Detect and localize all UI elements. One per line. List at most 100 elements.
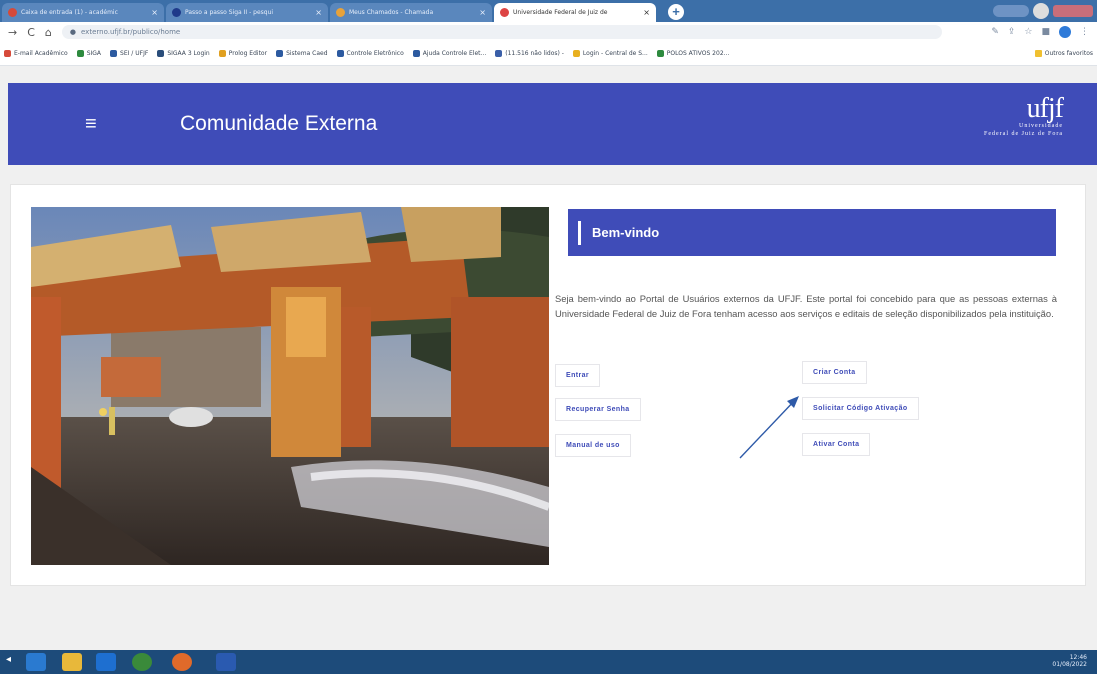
tab-label: Meus Chamados - Chamada — [349, 9, 434, 16]
bookmark-item[interactable]: Controle Eletrônico — [336, 50, 404, 57]
welcome-paragraph: Seja bem-vindo ao Portal de Usuários ext… — [555, 293, 1057, 319]
new-tab-button[interactable]: + — [668, 4, 684, 20]
file-explorer-icon[interactable] — [62, 653, 82, 671]
close-tab-icon[interactable]: × — [643, 8, 650, 17]
recuperar-senha-button[interactable]: Recuperar Senha — [555, 398, 641, 421]
tab-label: Universidade Federal de Juiz de — [513, 9, 608, 16]
lock-icon: ● — [69, 28, 76, 36]
app-header: ≡ Comunidade Externa ufjf Universidade F… — [8, 83, 1097, 165]
share-icon[interactable]: ⇪ — [1008, 27, 1016, 37]
outlook-icon[interactable] — [96, 653, 116, 671]
ativar-conta-button[interactable]: Ativar Conta — [802, 433, 871, 456]
browser-tab-active[interactable]: Universidade Federal de Juiz de × — [494, 3, 656, 22]
sheet-icon — [656, 50, 664, 57]
bookmark-icon — [218, 50, 226, 57]
word-icon[interactable] — [216, 653, 236, 671]
bookmark-icon — [76, 50, 84, 57]
menu-icon[interactable]: ≡ — [85, 113, 97, 136]
ufjf-favicon-icon — [500, 8, 509, 17]
minimize-button[interactable] — [993, 5, 1029, 17]
url-input[interactable]: ● externo.ufjf.br/publico/home — [61, 25, 942, 39]
manual-de-uso-button[interactable]: Manual de uso — [555, 434, 631, 457]
bookmark-item[interactable]: Ajuda Controle Elet... — [412, 50, 487, 57]
bookmark-icon — [4, 50, 11, 57]
address-toolbar: → C ⌂ ● externo.ufjf.br/publico/home ✎ ⇪… — [0, 22, 1097, 42]
browser-menu-icon[interactable]: ⋮ — [1080, 27, 1089, 37]
welcome-card: Bem-vindo Seja bem-vindo ao Portal de Us… — [10, 184, 1086, 586]
bookmark-label: Controle Eletrônico — [346, 50, 404, 57]
mail-icon — [495, 50, 503, 57]
globe-icon — [412, 50, 420, 57]
clock-date: 01/08/2022 — [1052, 661, 1087, 668]
reload-icon[interactable]: C — [27, 26, 35, 39]
bookmark-label: SIGAA 3 Login — [167, 50, 210, 57]
globe-icon — [336, 50, 344, 57]
extensions-icon[interactable]: ■ — [1041, 27, 1050, 37]
browser-tab[interactable]: Caixa de entrada (1) - académic × — [2, 3, 164, 22]
close-tab-icon[interactable]: × — [315, 8, 322, 17]
annotation-arrow — [739, 396, 799, 459]
back-arrow-icon[interactable]: → — [8, 26, 17, 39]
close-tab-icon[interactable]: × — [151, 8, 158, 17]
tab-favicon-icon — [336, 8, 345, 17]
bookmark-label: Prolog Editor — [228, 50, 268, 57]
bookmark-label: POLOS ATIVOS 202... — [666, 50, 730, 57]
bookmarks-bar: E-mail Acadêmico SIGA SEI / UFJF SIGAA 3… — [0, 42, 1097, 66]
other-bookmarks[interactable]: Outros favoritos — [1034, 50, 1093, 57]
page-content: ≡ Comunidade Externa ufjf Universidade F… — [0, 66, 1097, 650]
page-title: Comunidade Externa — [180, 112, 378, 135]
close-tab-icon[interactable]: × — [479, 8, 486, 17]
profile-icon[interactable] — [1059, 26, 1071, 38]
logo-mark: ufjf — [1026, 93, 1064, 124]
firefox-icon[interactable] — [172, 653, 192, 671]
gmail-icon — [8, 8, 17, 17]
bookmark-item[interactable]: POLOS ATIVOS 202... — [656, 50, 730, 57]
bookmark-item[interactable]: E-mail Acadêmico — [4, 50, 68, 57]
ie-icon[interactable] — [26, 653, 46, 671]
close-window-button[interactable] — [1053, 5, 1093, 17]
bookmark-label: Sistema Caed — [286, 50, 328, 57]
bookmark-item[interactable]: SIGAA 3 Login — [157, 50, 210, 57]
bookmark-label: Login - Central de S... — [582, 50, 648, 57]
chrome-icon[interactable] — [132, 653, 152, 671]
bookmark-label: E-mail Acadêmico — [14, 50, 68, 57]
logo-subtitle: Universidade — [1019, 123, 1063, 129]
folder-icon — [1034, 50, 1042, 57]
browser-tab[interactable]: Passo a passo Siga II - pesqui × — [166, 3, 328, 22]
bookmark-item[interactable]: Sistema Caed — [276, 50, 328, 57]
bookmark-item[interactable]: (11.516 não lidos) - — [495, 50, 564, 57]
home-icon[interactable]: ⌂ — [45, 26, 52, 39]
globe-icon — [110, 50, 118, 57]
globe-icon — [276, 50, 284, 57]
start-icon[interactable]: ◂ — [6, 654, 11, 665]
bookmark-label: Ajuda Controle Elet... — [422, 50, 487, 57]
browser-tab-bar: Caixa de entrada (1) - académic × Passo … — [0, 0, 1097, 22]
toolbar-icons: ✎ ⇪ ☆ ■ ⋮ — [991, 26, 1089, 38]
translate-icon[interactable]: ✎ — [991, 27, 999, 37]
bookmark-item[interactable]: SEI / UFJF — [110, 50, 148, 57]
bookmark-item[interactable]: Prolog Editor — [218, 50, 268, 57]
logo-subtitle: Federal de Juiz de Fora — [984, 131, 1063, 137]
tab-label: Caixa de entrada (1) - académic — [21, 9, 118, 16]
campus-photo-illustration — [31, 207, 549, 565]
url-text: externo.ufjf.br/publico/home — [81, 28, 181, 36]
clock-time: 12:46 — [1069, 654, 1087, 661]
bookmark-item[interactable]: SIGA — [76, 50, 102, 57]
system-tray: 12:46 01/08/2022 — [1052, 654, 1087, 668]
criar-conta-button[interactable]: Criar Conta — [802, 361, 867, 384]
ufjf-logo: ufjf Universidade Federal de Juiz de For… — [984, 93, 1064, 138]
bookmark-icon — [572, 50, 580, 57]
solicitar-codigo-ativacao-button[interactable]: Solicitar Código Ativação — [802, 397, 919, 420]
bookmark-label: SIGA — [86, 50, 102, 57]
profile-avatar[interactable] — [1033, 3, 1049, 19]
bookmark-star-icon[interactable]: ☆ — [1024, 27, 1032, 37]
entrar-button[interactable]: Entrar — [555, 364, 601, 387]
bookmark-label: (11.516 não lidos) - — [505, 50, 564, 57]
windows-taskbar: ◂ 12:46 01/08/2022 — [0, 650, 1097, 674]
browser-tab[interactable]: Meus Chamados - Chamada × — [330, 3, 492, 22]
bookmark-icon — [157, 50, 165, 57]
bookmark-label: SEI / UFJF — [120, 50, 149, 57]
welcome-heading: Bem-vindo — [592, 225, 660, 240]
bookmark-item[interactable]: Login - Central de S... — [572, 50, 648, 57]
tab-label: Passo a passo Siga II - pesqui — [185, 9, 274, 16]
